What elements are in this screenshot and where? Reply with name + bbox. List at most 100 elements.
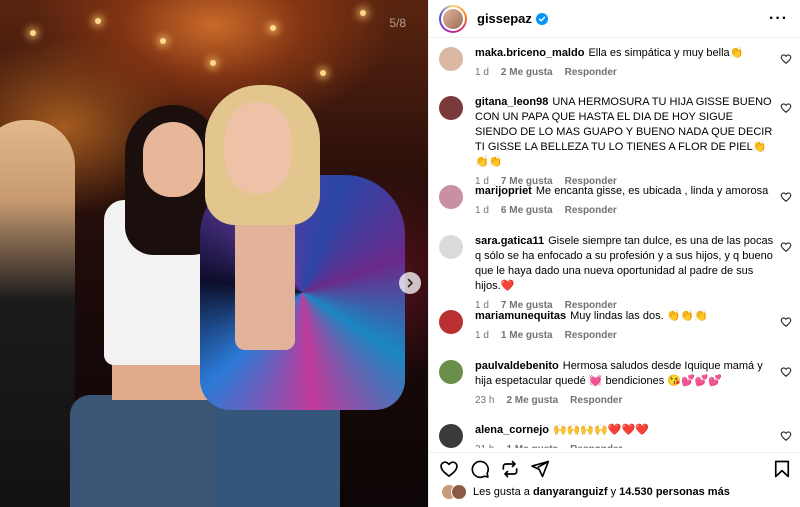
comment-like-icon[interactable] xyxy=(780,241,792,253)
comment-body: paulvaldebenito Hermosa saludos desde Iqu… xyxy=(475,359,775,406)
comment-meta: 1 d 6 Me gusta Responder xyxy=(475,205,775,216)
comment-text: alena_cornejo 🙌🙌🙌🙌❤️❤️❤️ xyxy=(475,423,775,438)
commenter-avatar[interactable] xyxy=(439,96,463,120)
comment-body: marijopriet Me encanta gisse, es ubicada … xyxy=(475,184,775,216)
comment-meta: 21 h 1 Me gusta Responder xyxy=(475,444,775,448)
comment-likes-count[interactable]: 2 Me gusta xyxy=(506,395,558,406)
likes-middle: y xyxy=(610,486,617,498)
comment-text: maka.briceno_maldo Ella es simpática y mu… xyxy=(475,46,775,61)
post-side-panel: gissepaz ··· maka.briceno_maldo Ella es s… xyxy=(428,0,800,507)
reply-button[interactable]: Responder xyxy=(570,395,622,406)
likes-prefix: Les gusta a xyxy=(473,486,530,498)
ceiling-light xyxy=(320,70,326,76)
commenter-username[interactable]: maka.briceno_maldo xyxy=(475,47,584,59)
commenter-avatar[interactable] xyxy=(439,235,463,259)
likes-text: Les gusta a danyaranguizf y 14.530 perso… xyxy=(473,486,730,498)
chevron-right-icon xyxy=(407,278,413,288)
comment-time: 23 h xyxy=(475,395,495,406)
comment-content: Me encanta gisse, es ubicada , linda y a… xyxy=(535,185,769,197)
likes-summary: Les gusta a danyaranguizf y 14.530 perso… xyxy=(441,484,730,500)
commenter-avatar[interactable] xyxy=(439,310,463,334)
comments-list[interactable]: maka.briceno_maldo Ella es simpática y mu… xyxy=(429,38,800,448)
author-avatar[interactable] xyxy=(439,4,467,33)
commenter-username[interactable]: mariamunequitas xyxy=(475,310,566,322)
post-header: gissepaz ··· xyxy=(429,0,800,38)
commenter-avatar[interactable] xyxy=(439,185,463,209)
post-photo: 5/8 xyxy=(0,0,428,507)
comment-icon[interactable] xyxy=(470,459,490,479)
comment-body: mariamunequitas Muy lindas las dos. 👏👏👏 1 … xyxy=(475,309,775,341)
comment-likes-count[interactable]: 1 Me gusta xyxy=(501,330,553,341)
comment-content: 🙌🙌🙌🙌❤️❤️❤️ xyxy=(552,424,649,436)
ceiling-light xyxy=(270,25,276,31)
comment-item: gitana_leon98 UNA HERMOSURA TU HIJA GISSE… xyxy=(439,95,792,187)
commenter-username[interactable]: paulvaldebenito xyxy=(475,360,559,372)
ceiling-light xyxy=(30,30,36,36)
comment-item: alena_cornejo🙌🙌🙌🙌❤️❤️❤️ 21 h 1 Me gusta Res… xyxy=(439,423,792,448)
comment-text: sara.gatica11 Gisele siempre tan dulce, e… xyxy=(475,234,775,294)
comment-like-icon[interactable] xyxy=(780,366,792,378)
comment-likes-count[interactable]: 1 Me gusta xyxy=(506,444,558,448)
face xyxy=(225,102,291,194)
comment-item: maka.briceno_maldo Ella es simpática y mu… xyxy=(439,46,792,78)
reply-button[interactable]: Responder xyxy=(565,330,617,341)
comment-meta: 1 d 1 Me gusta Responder xyxy=(475,330,775,341)
commenter-avatar[interactable] xyxy=(439,47,463,71)
comment-meta: 23 h 2 Me gusta Responder xyxy=(475,395,775,406)
post-actions xyxy=(429,452,800,482)
author-username[interactable]: gissepaz xyxy=(477,11,532,26)
comment-body: gitana_leon98 UNA HERMOSURA TU HIJA GISSE… xyxy=(475,95,775,187)
comment-meta: 1 d 2 Me gusta Responder xyxy=(475,67,775,78)
ceiling-light xyxy=(160,38,166,44)
comment-item: sara.gatica11 Gisele siempre tan dulce, e… xyxy=(439,234,792,311)
comment-text: paulvaldebenito Hermosa saludos desde Iqu… xyxy=(475,359,775,389)
comment-like-icon[interactable] xyxy=(780,102,792,114)
comment-like-icon[interactable] xyxy=(780,430,792,442)
more-options-icon[interactable]: ··· xyxy=(769,10,788,27)
share-icon[interactable] xyxy=(530,459,550,479)
comment-item: marijopriet Me encanta gisse, es ubicada … xyxy=(439,184,792,216)
commenter-username[interactable]: marijopriet xyxy=(475,185,532,197)
torso xyxy=(112,360,212,400)
comment-like-icon[interactable] xyxy=(780,53,792,65)
comment-content: Ella es simpática y muy bella👏 xyxy=(588,47,744,59)
comment-text: marijopriet Me encanta gisse, es ubicada … xyxy=(475,184,775,199)
comment-content: Muy lindas las dos. 👏👏👏 xyxy=(570,310,708,322)
ceiling-light xyxy=(95,18,101,24)
like-icon[interactable] xyxy=(439,459,459,479)
liker-username[interactable]: danyaranguizf xyxy=(533,486,608,498)
verified-badge-icon xyxy=(535,12,548,25)
comment-likes-count[interactable]: 2 Me gusta xyxy=(501,67,553,78)
save-bookmark-icon[interactable] xyxy=(772,459,792,479)
commenter-avatar[interactable] xyxy=(439,360,463,384)
likes-count[interactable]: 14.530 personas más xyxy=(619,486,730,498)
ceiling-light xyxy=(360,10,366,16)
comment-time: 1 d xyxy=(475,67,489,78)
comment-like-icon[interactable] xyxy=(780,191,792,203)
commenter-username[interactable]: alena_cornejo xyxy=(475,424,549,436)
comment-text: mariamunequitas Muy lindas las dos. 👏👏👏 xyxy=(475,309,775,324)
next-image-button[interactable] xyxy=(399,272,421,294)
ceiling-light xyxy=(210,60,216,66)
commenter-avatar[interactable] xyxy=(439,424,463,448)
liker-avatar xyxy=(451,484,467,500)
comment-body: alena_cornejo🙌🙌🙌🙌❤️❤️❤️ 21 h 1 Me gusta Res… xyxy=(475,423,775,448)
comment-text: gitana_leon98 UNA HERMOSURA TU HIJA GISSE… xyxy=(475,95,775,170)
comment-time: 1 d xyxy=(475,205,489,216)
comment-likes-count[interactable]: 6 Me gusta xyxy=(501,205,553,216)
image-counter: 5/8 xyxy=(389,16,406,30)
reply-button[interactable]: Responder xyxy=(565,67,617,78)
commenter-username[interactable]: sara.gatica11 xyxy=(475,235,544,247)
comment-time: 21 h xyxy=(475,444,494,448)
commenter-username[interactable]: gitana_leon98 xyxy=(475,96,548,108)
comment-like-icon[interactable] xyxy=(780,316,792,328)
comment-item: paulvaldebenito Hermosa saludos desde Iqu… xyxy=(439,359,792,406)
reply-button[interactable]: Responder xyxy=(565,205,617,216)
jeans xyxy=(70,395,230,507)
comment-time: 1 d xyxy=(475,330,489,341)
repost-icon[interactable] xyxy=(500,459,520,479)
person-left-edge xyxy=(0,120,75,507)
comment-body: maka.briceno_maldo Ella es simpática y mu… xyxy=(475,46,775,78)
reply-button[interactable]: Responder xyxy=(570,444,622,448)
comment-item: mariamunequitas Muy lindas las dos. 👏👏👏 1 … xyxy=(439,309,792,341)
